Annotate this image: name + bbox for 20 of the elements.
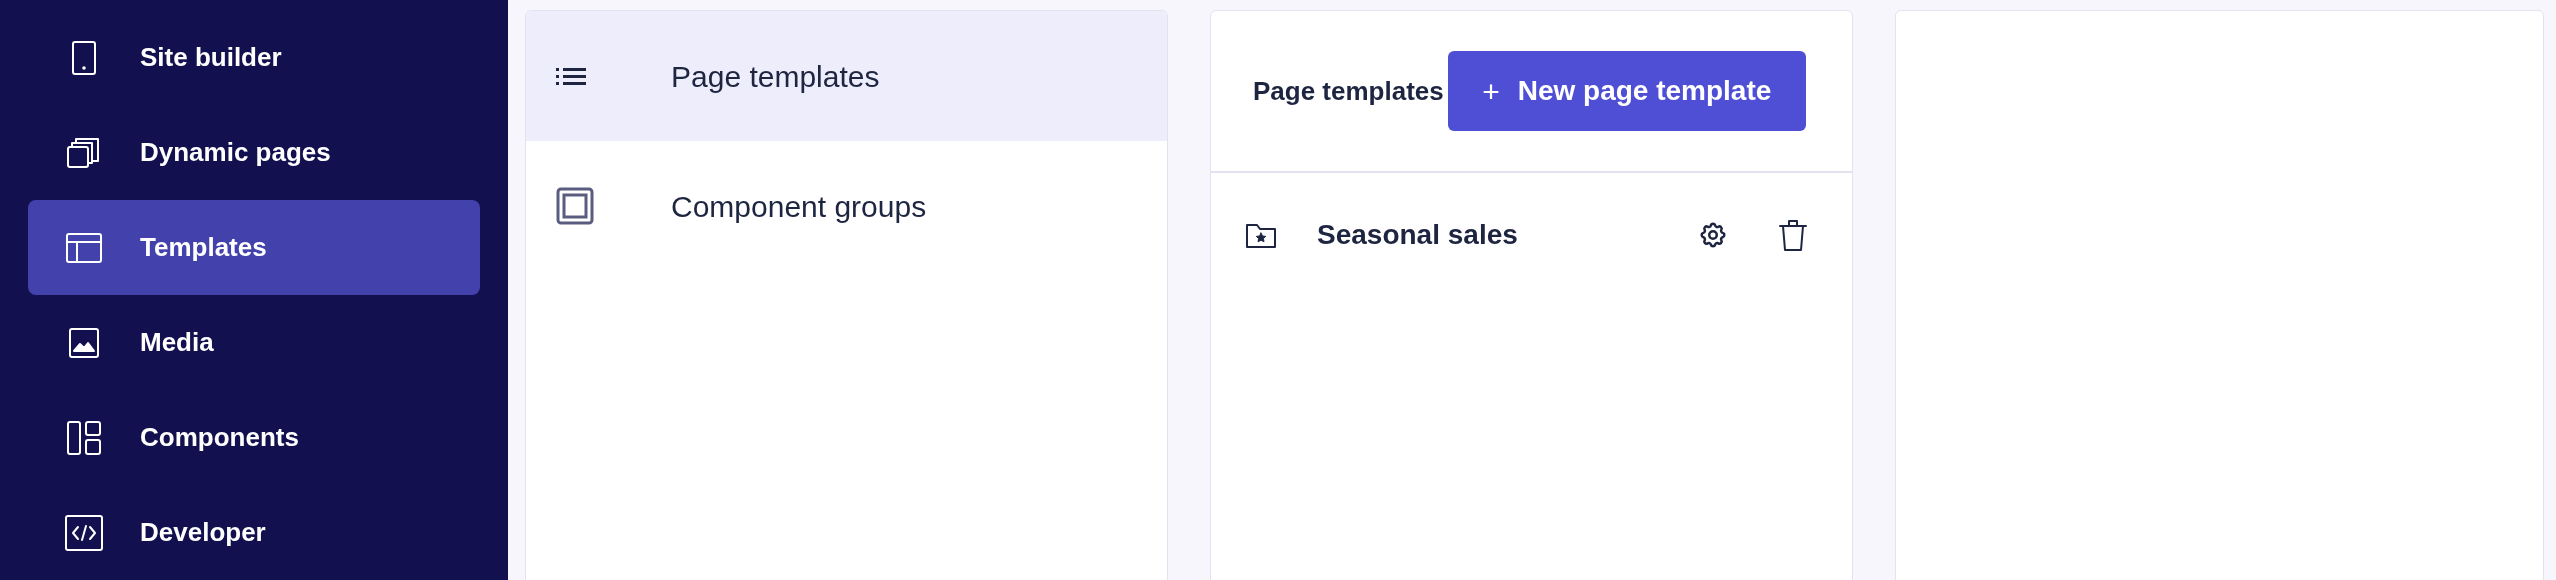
sidebar-item[interactable]: Developer bbox=[28, 485, 480, 580]
list-icon bbox=[556, 66, 586, 86]
folder-name[interactable]: Seasonal sales bbox=[1317, 214, 1698, 256]
trash-icon[interactable] bbox=[1778, 218, 1808, 252]
new-page-template-button[interactable]: + New page template bbox=[1447, 51, 1806, 131]
tablet-icon bbox=[71, 39, 97, 76]
starred-folder-icon bbox=[1245, 221, 1277, 249]
blocks-icon bbox=[66, 419, 102, 456]
sidebar-item[interactable]: Site builder bbox=[28, 10, 480, 105]
panel-title: Page templates bbox=[1253, 74, 1444, 108]
settings-icon[interactable] bbox=[1698, 220, 1728, 250]
layout-icon bbox=[65, 231, 103, 264]
sidebar-item[interactable]: Components bbox=[28, 390, 480, 485]
sidebar-item[interactable]: Dynamic pages bbox=[28, 105, 480, 200]
square-icon bbox=[556, 187, 594, 225]
template-type-item[interactable]: Page templates bbox=[526, 11, 1167, 141]
sidebar-item[interactable]: Media bbox=[28, 295, 480, 390]
code-icon bbox=[64, 513, 104, 552]
image-icon bbox=[68, 326, 100, 359]
sidebar-item[interactable]: Templates bbox=[28, 200, 480, 295]
